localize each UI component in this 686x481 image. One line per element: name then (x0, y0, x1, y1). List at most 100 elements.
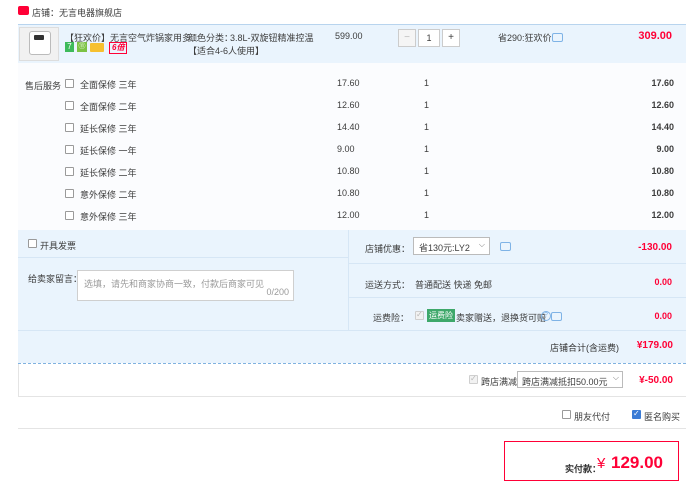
pay-amount: 129.00 (611, 453, 663, 472)
chat-icon[interactable] (500, 242, 511, 251)
insurance-value: 卖家赠送，退换货可赔 (456, 313, 547, 323)
qty-minus-button[interactable]: − (398, 29, 416, 47)
pay-box: 实付款： ¥ 129.00 (504, 441, 679, 481)
service-qty: 1 (424, 144, 430, 154)
service-name: 延长保修 一年 (80, 146, 137, 156)
shipping-label: 运送方式： (365, 280, 411, 290)
invoice-label: 开具发票 (40, 241, 77, 251)
service-subtotal: 9.00 (656, 144, 674, 154)
service-name: 全面保修 二年 (80, 102, 137, 112)
service-price: 12.60 (337, 100, 360, 110)
service-qty: 1 (424, 188, 430, 198)
service-row: 意外保修 二年 10.80 1 10.80 (0, 183, 686, 205)
service-name: 意外保修 二年 (80, 190, 137, 200)
service-checkbox[interactable] (65, 101, 74, 110)
insurance-label: 运费险： (373, 313, 410, 323)
sku-value: 3.8L-双旋钮精准控温 (230, 33, 314, 43)
service-price: 9.00 (337, 144, 355, 154)
shop-discount-value: 省130元:LY2 (419, 243, 470, 253)
service-qty: 1 (424, 210, 430, 220)
insurance-amount: 0.00 (654, 311, 672, 321)
cross-store-select[interactable]: 跨店满减抵扣50.00元 ⌵ (517, 371, 623, 388)
message-label: 给卖家留言： (28, 274, 83, 284)
item-subtotal: 309.00 (638, 30, 672, 42)
cross-store-label: 跨店满减 (481, 377, 518, 387)
service-price: 17.60 (337, 78, 360, 88)
service-subtotal: 10.80 (651, 188, 674, 198)
service-subtotal: 12.00 (651, 210, 674, 220)
invoice-checkbox[interactable] (28, 239, 37, 248)
service-checkbox[interactable] (65, 189, 74, 198)
shop-label: 店铺： (32, 8, 60, 18)
quantity-stepper: − 1 + (398, 29, 460, 47)
shop-total-label: 店铺合计(含运费) (550, 343, 619, 353)
service-price: 10.80 (337, 188, 360, 198)
service-qty: 1 (424, 100, 430, 110)
cross-store-checkbox[interactable] (469, 374, 478, 384)
shipping-value: 普通配送 快递 免邮 (415, 280, 493, 290)
options-row-divider-1 (349, 263, 686, 264)
anonymous-checkbox[interactable] (632, 409, 641, 419)
service-row: 意外保修 三年 12.00 1 12.00 (0, 205, 686, 227)
badge-7day-icon: 7 (65, 42, 74, 52)
shop-discount-amount: -130.00 (638, 242, 672, 253)
cross-store-amount: ¥-50.00 (639, 375, 673, 386)
help-icon[interactable]: ? (541, 311, 551, 321)
chevron-down-icon: ⌵ (478, 240, 485, 249)
qty-input[interactable]: 1 (418, 29, 440, 47)
service-qty: 1 (424, 122, 430, 132)
product-image[interactable] (19, 27, 59, 61)
message-textarea[interactable]: 选填，请先和商家协商一致，付款后商家可见 0/200 (77, 270, 294, 301)
tmall-icon (18, 6, 29, 15)
shipping-amount: 0.00 (654, 277, 672, 287)
service-price: 14.40 (337, 122, 360, 132)
qty-plus-button[interactable]: + (442, 29, 460, 47)
options-divider (348, 230, 349, 330)
message-count: 0/200 (266, 287, 289, 297)
shop-discount-select[interactable]: 省130元:LY2 ⌵ (413, 237, 490, 255)
service-subtotal: 10.80 (651, 166, 674, 176)
service-qty: 1 (424, 166, 430, 176)
item-price: 599.00 (335, 31, 363, 41)
friend-pay-label: 朋友代付 (574, 412, 611, 422)
chat-icon[interactable] (551, 312, 562, 321)
shop-total-amount: ¥179.00 (636, 340, 673, 351)
message-placeholder: 选填，请先和商家协商一致，付款后商家可见 (84, 279, 265, 289)
service-row: 全面保修 二年 12.60 1 12.60 (0, 95, 686, 117)
service-row: 全面保修 三年 17.60 1 17.60 (0, 73, 686, 95)
insurance-badge: 运费险 (427, 309, 455, 322)
service-name: 延长保修 二年 (80, 168, 137, 178)
options-row-divider-2 (349, 297, 686, 298)
service-subtotal: 17.60 (651, 78, 674, 88)
cross-store-value: 跨店满减抵扣50.00元 (522, 377, 608, 387)
service-checkbox[interactable] (65, 79, 74, 88)
anonymous-label: 匿名购买 (644, 412, 681, 422)
service-checkbox[interactable] (65, 145, 74, 154)
badge-green-icon: ⑪ (77, 42, 87, 52)
service-qty: 1 (424, 78, 430, 88)
service-name: 延长保修 三年 (80, 124, 137, 134)
options-left-divider (18, 257, 348, 258)
pay-currency: ¥ (597, 455, 606, 472)
service-checkbox[interactable] (65, 167, 74, 176)
insurance-checkbox[interactable] (415, 310, 424, 320)
service-name: 意外保修 三年 (80, 212, 137, 222)
service-name: 全面保修 三年 (80, 80, 137, 90)
service-checkbox[interactable] (65, 123, 74, 132)
service-price: 10.80 (337, 166, 360, 176)
shop-discount-label: 店铺优惠： (365, 244, 411, 254)
chat-icon[interactable] (552, 33, 563, 42)
chevron-down-icon: ⌵ (612, 373, 619, 382)
service-subtotal: 12.60 (651, 100, 674, 110)
service-checkbox[interactable] (65, 211, 74, 220)
item-discount: 省290:狂欢价 (498, 33, 552, 43)
badge-card-icon (90, 43, 104, 52)
service-price: 12.00 (337, 210, 360, 220)
service-row: 延长保修 三年 14.40 1 14.40 (0, 117, 686, 139)
shop-name-link[interactable]: 无言电器旗舰店 (59, 6, 122, 19)
pay-label: 实付款： (565, 464, 602, 474)
badge-6x-icon: 6倍 (109, 42, 128, 54)
service-row: 延长保修 一年 9.00 1 9.00 (0, 139, 686, 161)
sku-value-2: 【适合4-6人使用】 (188, 46, 265, 56)
friend-pay-checkbox[interactable] (562, 410, 571, 419)
